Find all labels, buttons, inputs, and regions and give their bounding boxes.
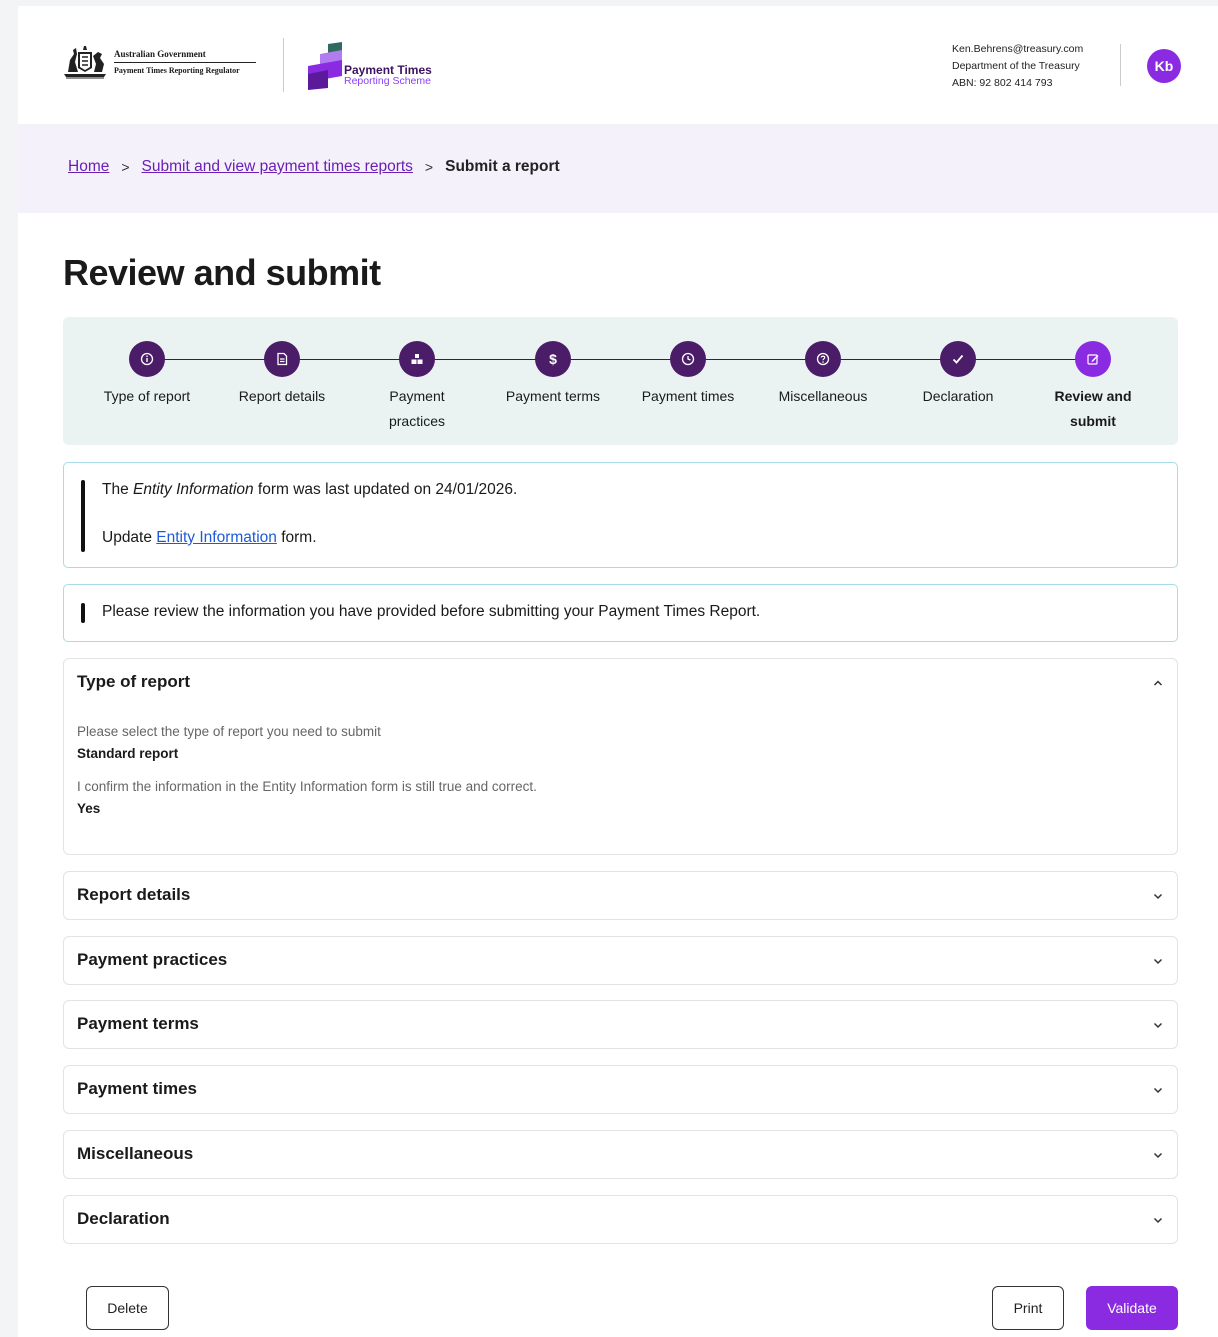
step-label: Payment practices — [388, 388, 446, 429]
chevron-down-icon — [1153, 1152, 1163, 1159]
question-confirm-entity: I confirm the information in the Entity … — [77, 779, 537, 794]
step-payment-practices[interactable]: Payment practices — [357, 341, 477, 434]
answer-report-type: Standard report — [77, 746, 179, 761]
accordion-payment-terms[interactable]: Payment terms — [63, 1000, 1178, 1049]
alert-text-part: Update — [102, 529, 157, 546]
accordion-type-of-report: Type of report Please select the type of… — [63, 658, 1178, 855]
step-label: Payment times — [641, 388, 735, 404]
step-report-details[interactable]: Report details — [222, 341, 342, 409]
step-label: Report details — [238, 388, 326, 404]
alert-bar — [81, 603, 85, 623]
chevron-down-icon — [1153, 958, 1163, 965]
accordion-payment-practices[interactable]: Payment practices — [63, 936, 1178, 985]
scheme-title: Payment Times — [344, 62, 432, 77]
blocks-icon — [399, 341, 435, 377]
accordion-body: Please select the type of report you nee… — [77, 723, 537, 833]
delete-button[interactable]: Delete — [86, 1286, 169, 1330]
breadcrumb-home-link[interactable]: Home — [68, 158, 109, 176]
breadcrumb: Home > Submit and view payment times rep… — [68, 158, 560, 176]
user-info: Ken.Behrens@treasury.com Department of t… — [952, 41, 1083, 92]
accordion-title: Payment times — [77, 1079, 197, 1098]
entity-form-name: Entity Information — [133, 481, 254, 498]
user-email: Ken.Behrens@treasury.com — [952, 43, 1084, 55]
info-icon — [129, 341, 165, 377]
progress-stepper: Type of report Report details Payment pr… — [63, 317, 1178, 445]
chevron-up-icon[interactable] — [1151, 676, 1165, 690]
dollar-icon: $ — [535, 341, 571, 377]
breadcrumb-separator-icon: > — [121, 159, 130, 175]
step-declaration[interactable]: Declaration — [898, 341, 1018, 409]
question-report-type: Please select the type of report you nee… — [77, 724, 381, 739]
chevron-down-icon — [1153, 893, 1163, 900]
accordion-title: Report details — [77, 885, 191, 904]
review-alert: Please review the information you have p… — [63, 584, 1178, 642]
accordion-payment-times[interactable]: Payment times — [63, 1065, 1178, 1114]
page-title: Review and submit — [63, 252, 381, 293]
alert-text-part: form was last updated on 24/01/2026. — [253, 481, 518, 498]
step-label: Review and submit — [1054, 388, 1132, 429]
step-label: Payment terms — [505, 388, 601, 404]
step-type-of-report[interactable]: Type of report — [87, 341, 207, 409]
government-logo[interactable]: Australian Government Payment Times Repo… — [60, 42, 256, 82]
coat-of-arms-icon — [64, 46, 106, 79]
chevron-down-icon — [1153, 1217, 1163, 1224]
user-divider — [1120, 44, 1121, 86]
question-icon — [805, 341, 841, 377]
accordion-miscellaneous[interactable]: Miscellaneous — [63, 1130, 1178, 1179]
accordion-title[interactable]: Type of report — [77, 672, 190, 692]
logo-divider — [283, 38, 284, 92]
alert-bar — [81, 480, 85, 552]
alert-text-part: form. — [276, 529, 317, 546]
print-button[interactable]: Print — [992, 1286, 1064, 1330]
edit-icon — [1075, 341, 1111, 377]
answer-confirm-entity: Yes — [77, 801, 101, 816]
step-label: Miscellaneous — [778, 388, 868, 404]
step-label: Type of report — [103, 388, 191, 404]
site-header: Australian Government Payment Times Repo… — [18, 6, 1218, 124]
check-icon — [940, 341, 976, 377]
entity-update-text: Update Entity Information form. — [102, 529, 317, 547]
accordion-title: Miscellaneous — [77, 1144, 194, 1163]
regulator-name: Payment Times Reporting Regulator — [114, 66, 240, 75]
entity-information-link[interactable]: Entity Information — [156, 529, 277, 546]
breadcrumb-current: Submit a report — [445, 158, 560, 175]
breadcrumb-separator-icon: > — [424, 159, 434, 175]
step-miscellaneous[interactable]: Miscellaneous — [763, 341, 883, 409]
step-payment-terms[interactable]: $ Payment terms — [493, 341, 613, 409]
accordion-title: Declaration — [77, 1209, 170, 1228]
accordion-title: Payment practices — [77, 950, 228, 969]
breadcrumb-bar: Home > Submit and view payment times rep… — [18, 124, 1218, 213]
payment-times-mark-icon — [308, 42, 342, 90]
chevron-down-icon — [1153, 1087, 1163, 1094]
alert-text-part: The — [102, 481, 134, 498]
scheme-subtitle: Reporting Scheme — [344, 74, 431, 87]
page: Australian Government Payment Times Repo… — [18, 6, 1218, 1337]
entity-info-alert: The Entity Information form was last upd… — [63, 462, 1178, 568]
user-department: Department of the Treasury — [952, 60, 1080, 72]
step-label: Declaration — [922, 388, 994, 404]
chevron-down-icon — [1153, 1022, 1163, 1029]
accordion-title: Payment terms — [77, 1014, 199, 1033]
step-review-and-submit[interactable]: Review and submit — [1033, 341, 1153, 434]
step-payment-times[interactable]: Payment times — [628, 341, 748, 409]
document-icon — [264, 341, 300, 377]
clock-icon — [670, 341, 706, 377]
entity-updated-text: The Entity Information form was last upd… — [102, 481, 517, 499]
accordion-report-details[interactable]: Report details — [63, 871, 1178, 920]
accordion-declaration[interactable]: Declaration — [63, 1195, 1178, 1244]
government-name: Australian Government — [114, 49, 256, 63]
avatar[interactable]: Kb — [1147, 49, 1181, 83]
payment-times-logo[interactable]: Payment Times Reporting Scheme — [308, 42, 432, 90]
review-alert-text: Please review the information you have p… — [102, 603, 761, 620]
breadcrumb-reports-link[interactable]: Submit and view payment times reports — [142, 158, 413, 176]
user-abn: ABN: 92 802 414 793 — [952, 77, 1053, 89]
validate-button[interactable]: Validate — [1086, 1286, 1178, 1330]
